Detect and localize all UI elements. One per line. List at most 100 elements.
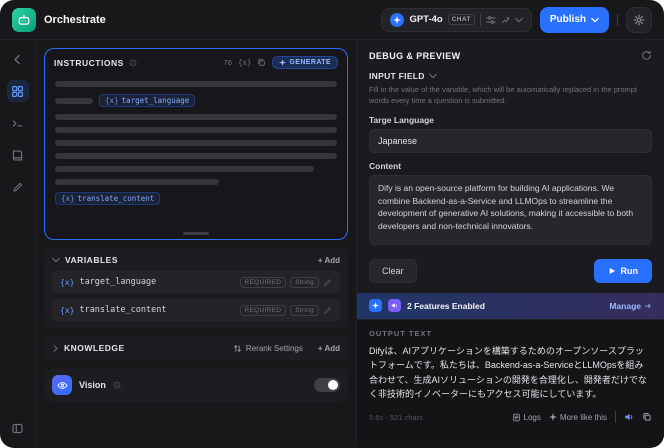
features-bar[interactable]: 2 Features Enabled Manage <box>357 292 664 319</box>
input-field-section: INPUT FIELD Fill in the value of the var… <box>357 69 664 293</box>
chevron-down-icon <box>428 72 437 80</box>
char-count: 76 <box>223 58 232 67</box>
gear-icon <box>633 14 645 25</box>
debug-header: DEBUG & PREVIEW <box>357 40 664 69</box>
content-textarea[interactable]: Dify is an open-source platform for buil… <box>369 174 652 245</box>
generate-label: GENERATE <box>289 59 331 66</box>
document-icon <box>512 413 520 422</box>
run-button[interactable]: Run <box>593 258 652 283</box>
vision-icon <box>52 375 72 395</box>
app-header: Orchestrate GPT-4o CHAT Publish <box>0 0 664 40</box>
sidebar-item-orchestrate[interactable] <box>6 80 29 102</box>
variable-row[interactable]: {x} translate_content REQUIRED String <box>52 299 340 321</box>
run-label: Run <box>620 265 639 276</box>
variables-header[interactable]: VARIABLES + Add <box>52 255 340 265</box>
rerank-settings-button[interactable]: Rerank Settings <box>233 344 303 353</box>
grid-icon <box>12 85 23 97</box>
variable-name: target_language <box>79 277 157 287</box>
book-icon <box>12 149 23 161</box>
variable-chip[interactable]: {x} translate_content <box>55 192 161 205</box>
publish-label: Publish <box>549 14 586 25</box>
prompt-line: {x} target_language <box>55 94 337 107</box>
skeleton-line <box>55 127 337 133</box>
variable-name: translate_content <box>77 194 155 203</box>
output-section: OUTPUT TEXT Difyは、AIアプリケーションを構築するためのオープン… <box>357 318 664 447</box>
skeleton-line <box>55 140 337 146</box>
sidebar-item-logs[interactable] <box>7 144 29 166</box>
vision-section: Vision <box>44 368 348 402</box>
app-settings-button[interactable] <box>626 6 652 33</box>
insert-variable-button[interactable]: {x} <box>238 58 252 67</box>
model-temperature-icon[interactable] <box>501 15 510 24</box>
divider <box>479 13 481 26</box>
divider <box>615 411 616 424</box>
pencil-icon <box>12 182 22 192</box>
model-selector[interactable]: GPT-4o CHAT <box>381 7 532 32</box>
app-logo-icon[interactable] <box>12 7 36 32</box>
feature-sparkle-icon <box>369 299 382 313</box>
manage-features-link[interactable]: Manage <box>609 301 652 311</box>
variable-row-meta: REQUIRED String <box>239 276 333 288</box>
copy-output-button[interactable] <box>642 412 652 422</box>
info-icon <box>129 59 137 67</box>
header-actions: GPT-4o CHAT Publish <box>381 6 652 33</box>
prompt-editor[interactable]: {x} target_language {x} translate_conten… <box>45 73 347 239</box>
type-badge: String <box>290 276 319 288</box>
publish-button[interactable]: Publish <box>539 6 609 33</box>
generate-button[interactable]: GENERATE <box>272 56 338 69</box>
input-field-header[interactable]: INPUT FIELD <box>369 71 652 81</box>
logs-button[interactable]: Logs <box>512 413 541 422</box>
arrow-right-icon <box>645 303 651 308</box>
text-to-speech-button[interactable] <box>624 412 634 422</box>
logs-label: Logs <box>523 412 541 422</box>
more-like-this-button[interactable]: More like this <box>548 412 607 422</box>
copy-icon[interactable] <box>257 58 266 67</box>
vision-toggle[interactable] <box>314 378 340 392</box>
collapse-panel-button[interactable] <box>7 417 29 439</box>
manage-label: Manage <box>609 300 641 311</box>
output-stats: 5.6s · 521 chars <box>369 412 423 422</box>
instructions-title: INSTRUCTIONS <box>54 57 124 68</box>
orchestrate-column: INSTRUCTIONS 76 {x} GENERATE {x} target_… <box>36 40 356 447</box>
variable-chip[interactable]: {x} target_language <box>99 94 196 107</box>
model-params-icon[interactable] <box>486 15 496 25</box>
variable-token: {x} <box>60 305 75 315</box>
chevron-down-icon <box>52 256 60 264</box>
add-knowledge-button[interactable]: + Add <box>318 344 340 353</box>
variable-token: {x} <box>61 194 75 203</box>
edit-variable-icon[interactable] <box>323 278 332 287</box>
variable-token: {x} <box>105 96 119 105</box>
debug-preview-panel: DEBUG & PREVIEW INPUT FIELD Fill in the … <box>356 40 664 447</box>
edit-variable-icon[interactable] <box>323 306 332 315</box>
variable-row[interactable]: {x} target_language REQUIRED String <box>52 271 340 293</box>
required-badge: REQUIRED <box>239 304 287 316</box>
sidebar-item-api[interactable] <box>7 112 29 134</box>
play-icon <box>609 267 615 274</box>
field-label: Targe Language <box>369 114 435 125</box>
model-provider-icon <box>390 12 405 27</box>
info-icon <box>113 381 121 389</box>
model-name: GPT-4o <box>409 14 443 25</box>
add-variable-button[interactable]: + Add <box>318 256 340 265</box>
skeleton-line <box>55 97 93 104</box>
clear-button[interactable]: Clear <box>369 258 417 283</box>
resize-handle[interactable] <box>183 232 209 235</box>
variable-row-meta: REQUIRED String <box>239 304 333 316</box>
sparkle-icon <box>548 413 557 422</box>
knowledge-title: KNOWLEDGE <box>64 343 125 353</box>
feature-speech-icon <box>388 299 401 313</box>
more-like-this-label: More like this <box>559 412 607 422</box>
restart-icon[interactable] <box>641 50 652 61</box>
model-chevron-down-icon <box>515 16 523 24</box>
type-badge: String <box>290 304 319 316</box>
output-actions: Logs More like this <box>512 411 652 424</box>
target-language-input[interactable] <box>369 128 652 153</box>
knowledge-section: KNOWLEDGE Rerank Settings + Add <box>44 336 348 360</box>
knowledge-header[interactable]: KNOWLEDGE Rerank Settings + Add <box>52 343 340 353</box>
back-button[interactable] <box>7 48 29 70</box>
app-window: Orchestrate GPT-4o CHAT Publish INSTRUCT… <box>0 0 664 448</box>
run-controls: Clear Run <box>369 258 652 283</box>
sidebar-item-annotations[interactable] <box>7 176 29 198</box>
instructions-toolbar: 76 {x} GENERATE <box>224 56 338 69</box>
features-label: 2 Features Enabled <box>407 300 485 311</box>
